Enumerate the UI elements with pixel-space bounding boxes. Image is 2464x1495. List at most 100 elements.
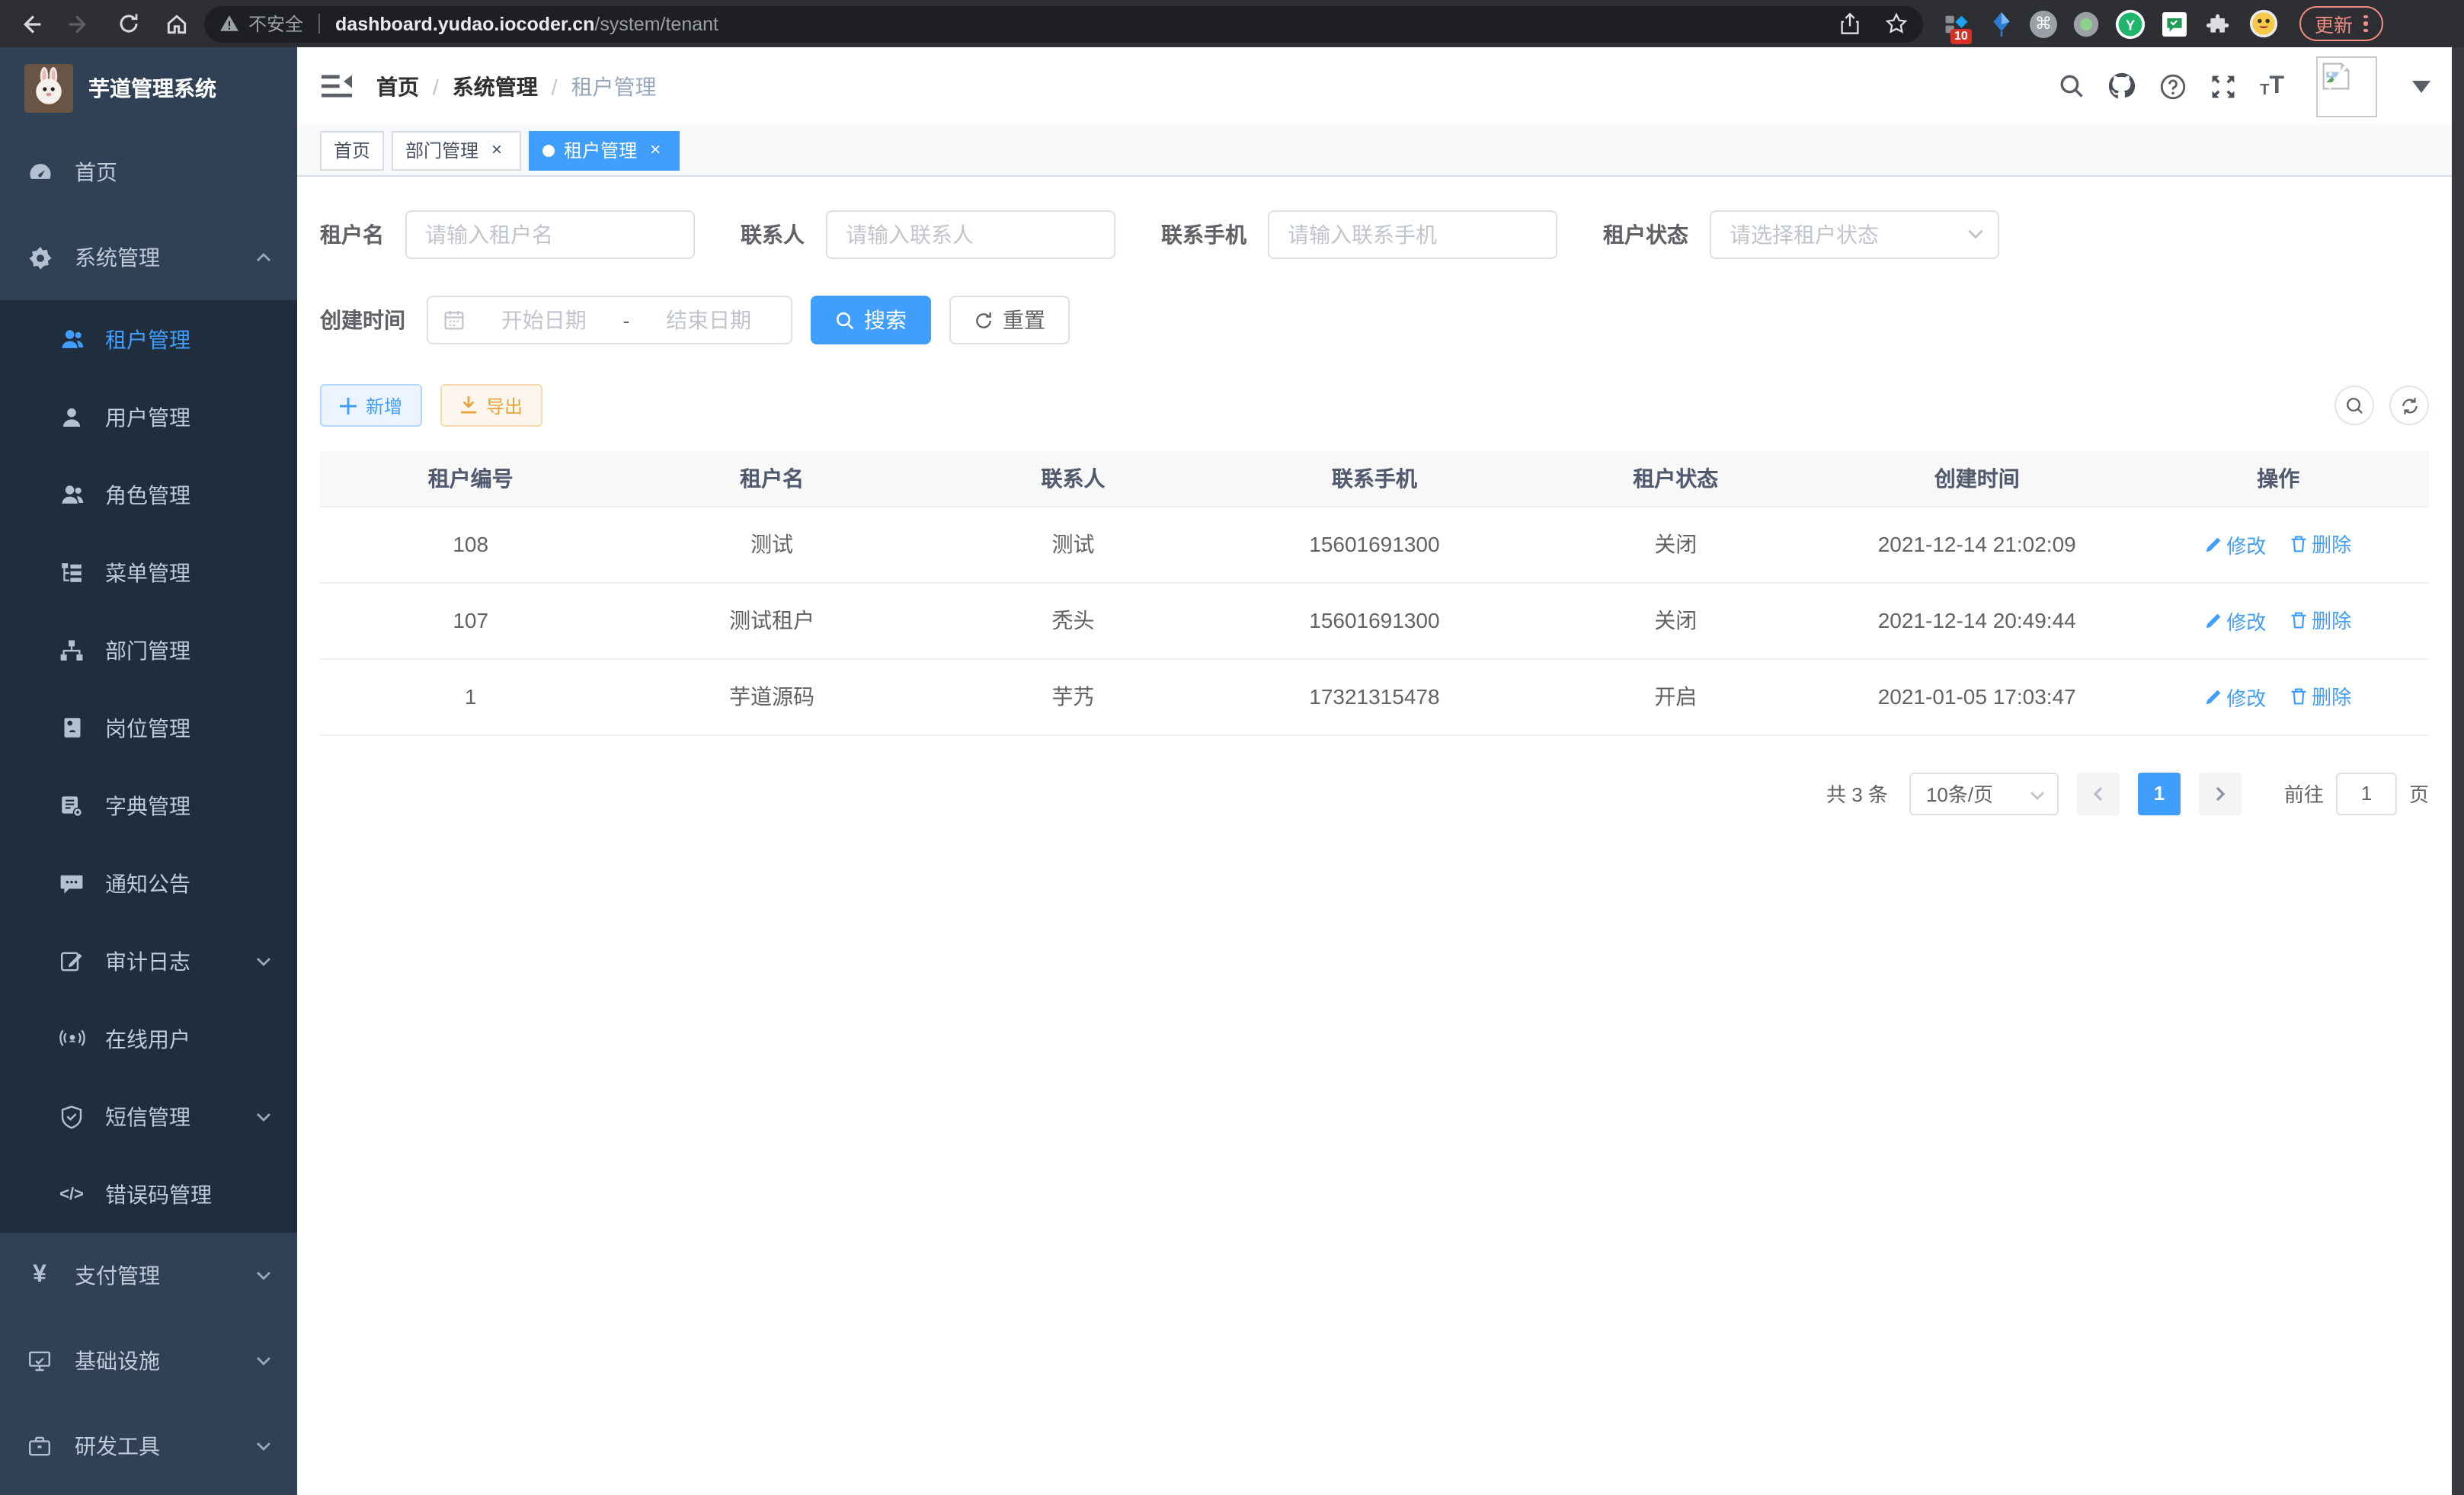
sidebar-item-pay[interactable]: ¥ 支付管理 <box>0 1233 297 1318</box>
sidebar-item-label: 字典管理 <box>105 790 190 821</box>
tab-home[interactable]: 首页 <box>320 130 384 170</box>
cell-contact: 芋艿 <box>923 658 1224 735</box>
cell-status: 开启 <box>1525 658 1826 735</box>
security-label[interactable]: 不安全 <box>248 11 303 37</box>
app-logo-row[interactable]: 芋道管理系统 <box>0 47 297 130</box>
help-icon[interactable] <box>2159 72 2187 100</box>
sidebar-item-infra[interactable]: 基础设施 <box>0 1318 297 1404</box>
sidebar-toggle-icon[interactable] <box>322 73 352 99</box>
date-start-placeholder[interactable]: 开始日期 <box>477 305 611 335</box>
sidebar-item-tenant[interactable]: 租户管理 <box>0 300 297 378</box>
prev-page-button[interactable] <box>2077 772 2120 815</box>
reload-icon[interactable] <box>110 5 146 42</box>
status-select-input[interactable] <box>1710 210 1999 259</box>
browser-menu-icon[interactable] <box>2363 15 2367 33</box>
date-range-picker[interactable]: 开始日期 - 结束日期 <box>427 296 792 344</box>
header-search-icon[interactable] <box>2059 73 2085 99</box>
sidebar-item-sms[interactable]: 短信管理 <box>0 1077 297 1155</box>
breadcrumb-home[interactable]: 首页 <box>376 71 419 101</box>
tab-tenant[interactable]: 租户管理 × <box>529 130 680 170</box>
avatar[interactable] <box>2316 56 2377 117</box>
update-label: 更新 <box>2315 9 2353 38</box>
toggle-search-button[interactable] <box>2334 386 2374 425</box>
sidebar-item-dev-tools[interactable]: 研发工具 <box>0 1404 297 1489</box>
bookmark-star-icon[interactable] <box>1885 12 1908 35</box>
edit-link[interactable]: 修改 <box>2205 530 2266 559</box>
sidebar-item-dict[interactable]: 字典管理 <box>0 767 297 844</box>
sidebar-item-role[interactable]: 角色管理 <box>0 456 297 533</box>
delete-link[interactable]: 删除 <box>2290 606 2351 635</box>
add-button[interactable]: 新增 <box>320 384 422 427</box>
font-size-icon[interactable]: TT <box>2260 74 2284 98</box>
goto-page-input[interactable] <box>2336 772 2397 815</box>
extension-icon[interactable]: 10 <box>1941 8 1972 39</box>
tenant-name-input[interactable] <box>405 210 695 259</box>
sidebar-item-menu[interactable]: 菜单管理 <box>0 533 297 611</box>
sidebar-item-post[interactable]: 岗位管理 <box>0 689 297 767</box>
chat-extension-icon[interactable] <box>2159 8 2190 39</box>
refresh-icon <box>2399 395 2419 415</box>
sidebar-item-online-users[interactable]: 在线用户 <box>0 1000 297 1077</box>
sidebar-item-label: 菜单管理 <box>105 557 190 587</box>
app-logo <box>24 64 73 113</box>
yudao-extension-icon[interactable]: Y <box>2115 8 2146 39</box>
dictionary-icon <box>58 792 85 819</box>
sidebar-item-user[interactable]: 用户管理 <box>0 378 297 456</box>
add-label: 新增 <box>366 392 402 418</box>
trash-icon <box>2290 611 2307 629</box>
export-button[interactable]: 导出 <box>440 384 542 427</box>
sidebar-item-audit-log[interactable]: 审计日志 <box>0 922 297 1000</box>
back-icon[interactable] <box>12 5 49 42</box>
page-number-current[interactable]: 1 <box>2138 772 2181 815</box>
edit-link[interactable]: 修改 <box>2205 607 2266 635</box>
field-label: 联系手机 <box>1161 219 1268 250</box>
breadcrumb: 首页 / 系统管理 / 租户管理 <box>376 71 657 101</box>
field-label: 创建时间 <box>320 305 427 335</box>
forward-icon[interactable] <box>61 5 98 42</box>
home-icon[interactable] <box>158 5 195 42</box>
edit-link[interactable]: 修改 <box>2205 683 2266 712</box>
fullscreen-icon[interactable] <box>2210 72 2237 100</box>
cell-status: 关闭 <box>1525 582 1826 658</box>
dot-extension-icon[interactable] <box>2071 8 2101 39</box>
breadcrumb-system[interactable]: 系统管理 <box>453 71 538 101</box>
tags-view: 首页 部门管理 × 租户管理 × <box>297 125 2452 177</box>
header-actions: TT <box>2059 56 2430 117</box>
page-size-select[interactable]: 10条/页 <box>1909 772 2059 815</box>
sidebar-item-dept[interactable]: 部门管理 <box>0 611 297 689</box>
browser-update-button[interactable]: 更新 <box>2299 6 2382 41</box>
cell-tenant-name: 测试 <box>621 506 922 582</box>
chevron-down-icon <box>2028 786 2046 804</box>
svg-text:Y: Y <box>2126 17 2135 32</box>
command-extension-icon[interactable]: ⌘ <box>2030 10 2057 37</box>
contact-input[interactable] <box>826 210 1115 259</box>
status-select[interactable] <box>1710 210 1999 259</box>
delete-link[interactable]: 删除 <box>2290 682 2351 711</box>
close-icon[interactable]: × <box>486 139 507 161</box>
date-end-placeholder[interactable]: 结束日期 <box>642 305 776 335</box>
github-icon[interactable] <box>2107 72 2136 101</box>
tab-dept[interactable]: 部门管理 × <box>392 130 521 170</box>
profile-avatar-icon[interactable] <box>2248 8 2278 39</box>
chevron-right-icon <box>2211 784 2229 802</box>
delete-link[interactable]: 删除 <box>2290 530 2351 559</box>
sidebar-item-home[interactable]: 首页 <box>0 130 297 215</box>
kite-extension-icon[interactable] <box>1986 8 2016 39</box>
sidebar-item-system[interactable]: 系统管理 <box>0 215 297 300</box>
share-icon[interactable] <box>1839 12 1861 35</box>
extensions-puzzle-icon[interactable] <box>2203 8 2234 39</box>
url-path: /system/tenant <box>594 13 718 34</box>
refresh-table-button[interactable] <box>2389 386 2429 425</box>
filter-contact: 联系人 <box>741 210 1115 259</box>
address-bar[interactable]: 不安全 dashboard.yudao.iocoder.cn/system/te… <box>204 5 1923 42</box>
tab-label: 首页 <box>334 137 370 163</box>
caret-down-icon[interactable] <box>2412 80 2430 92</box>
close-icon[interactable]: × <box>645 139 666 161</box>
sidebar-item-notice[interactable]: 通知公告 <box>0 844 297 922</box>
search-button[interactable]: 搜索 <box>811 296 931 344</box>
sidebar-item-error-code[interactable]: </> 错误码管理 <box>0 1155 297 1233</box>
next-page-button[interactable] <box>2199 772 2242 815</box>
page-scrollbar[interactable] <box>2452 47 2464 1495</box>
mobile-input[interactable] <box>1268 210 1557 259</box>
reset-button[interactable]: 重置 <box>949 296 1070 344</box>
